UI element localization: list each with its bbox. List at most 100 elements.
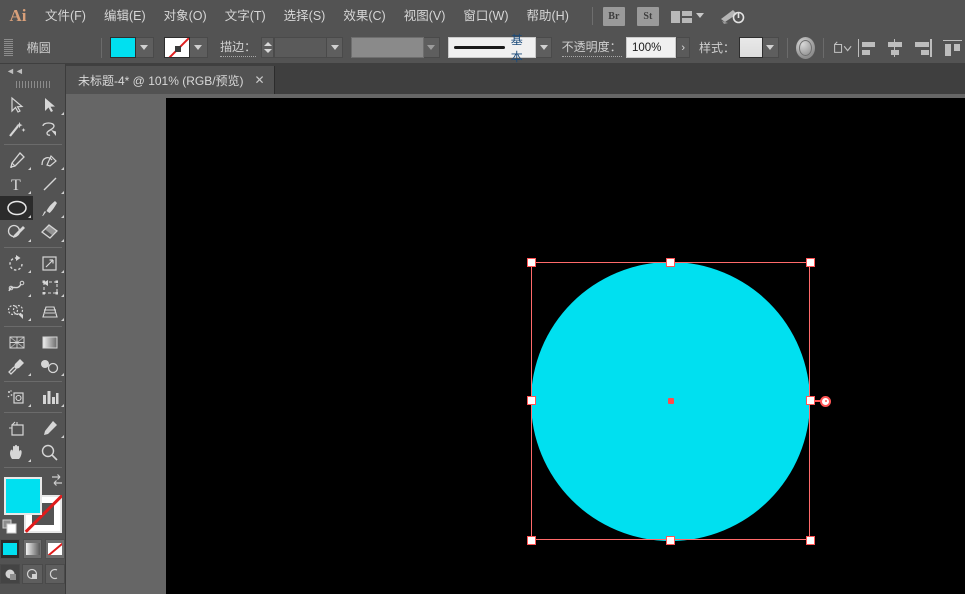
opacity-options-button[interactable]: › [676,37,690,58]
live-shape-radius-widget[interactable] [820,396,831,407]
tool-mesh[interactable] [0,330,33,354]
variable-width-dropdown-button[interactable] [424,37,440,58]
tool-perspective-grid[interactable] [33,299,66,323]
fill-mode-none[interactable] [45,539,65,559]
control-divider-3 [823,38,824,58]
handle-bottom-center[interactable] [666,536,675,545]
tool-slice[interactable] [33,416,66,440]
tool-ellipse[interactable] [0,196,33,220]
stroke-weight-label[interactable]: 描边： [220,38,256,57]
tool-width[interactable] [0,275,33,299]
tool-gradient[interactable] [33,330,66,354]
tool-rotate[interactable] [0,251,33,275]
tool-type[interactable]: T [0,172,33,196]
chevron-down-icon [140,45,148,50]
tool-free-transform[interactable] [33,275,66,299]
tool-eraser[interactable] [33,220,66,244]
opacity-input[interactable]: 100% [626,37,676,58]
stroke-color-control[interactable] [164,37,208,58]
document-tab[interactable]: 未标题-4* @ 101% (RGB/预览) ✕ [66,66,275,94]
tool-shape-builder[interactable] [0,299,33,323]
fill-proxy[interactable] [4,477,42,515]
tool-curvature[interactable] [33,148,66,172]
fill-control[interactable] [110,37,154,58]
active-tool-name: 椭圆 [19,39,93,56]
artboard[interactable] [166,98,965,594]
bridge-button[interactable]: Br [603,7,625,26]
tool-lasso[interactable] [33,117,66,141]
close-icon[interactable]: ✕ [255,74,265,86]
menu-type[interactable]: 文字(T) [216,0,275,32]
fill-mode-color[interactable] [0,539,20,559]
menu-select[interactable]: 选择(S) [275,0,335,32]
canvas-area[interactable] [66,94,965,594]
tool-paintbrush[interactable] [33,196,66,220]
rocket-power-icon[interactable] [719,6,745,26]
menu-object[interactable]: 对象(O) [155,0,216,32]
tool-selection[interactable] [0,93,33,117]
menu-effect[interactable]: 效果(C) [334,0,394,32]
tool-blend[interactable] [33,354,66,378]
align-vertical-top-icon[interactable] [943,39,960,57]
arrange-documents-icon[interactable] [671,9,693,23]
opacity-label[interactable]: 不透明度： [562,38,622,57]
brush-definition-input[interactable]: 基本 [448,37,536,58]
graphic-style-swatch[interactable] [739,37,764,58]
handle-bottom-left[interactable] [527,536,536,545]
tool-scale[interactable] [33,251,66,275]
tool-direct-selection[interactable] [33,93,66,117]
fill-mode-gradient[interactable] [23,539,43,559]
menu-bar: Ai 文件(F) 编辑(E) 对象(O) 文字(T) 选择(S) 效果(C) 视… [0,0,965,32]
default-fill-stroke-icon[interactable] [2,519,18,535]
stroke-swatch-none[interactable] [164,37,190,58]
fill-dropdown-button[interactable] [136,37,154,58]
shape-center-point [668,398,674,404]
recolor-artwork-icon[interactable] [796,37,815,59]
menu-window[interactable]: 窗口(W) [454,0,517,32]
handle-top-left[interactable] [527,258,536,267]
handle-bottom-right[interactable] [806,536,815,545]
handle-top-center[interactable] [666,258,675,267]
chevron-down-icon [766,45,774,50]
chevron-down-icon[interactable] [696,12,705,21]
tool-magic-wand[interactable] [0,117,33,141]
align-horizontal-right-icon[interactable] [912,39,929,57]
control-bar-grip[interactable] [4,39,13,57]
collapse-tools-icon[interactable]: ◄◄ [0,64,65,78]
stock-button[interactable]: St [637,7,659,26]
transform-icon[interactable] [832,39,853,57]
swap-fill-stroke-icon[interactable] [50,473,64,487]
fill-swatch[interactable] [110,37,136,58]
menu-view[interactable]: 视图(V) [395,0,455,32]
menu-help[interactable]: 帮助(H) [518,0,578,32]
illustrator-window: Ai 文件(F) 编辑(E) 对象(O) 文字(T) 选择(S) 效果(C) 视… [0,0,965,594]
control-divider-2 [787,38,788,58]
tool-hand[interactable] [0,440,33,464]
draw-behind-button[interactable] [22,564,42,584]
menu-edit[interactable]: 编辑(E) [95,0,155,32]
align-horizontal-left-icon[interactable] [858,39,875,57]
tool-zoom[interactable] [33,440,66,464]
handle-top-right[interactable] [806,258,815,267]
tool-pen[interactable] [0,148,33,172]
brush-definition-dropdown-button[interactable] [536,37,552,58]
style-dropdown-button[interactable] [763,37,779,58]
tool-eyedropper[interactable] [0,354,33,378]
variable-width-profile-input[interactable] [351,37,424,58]
tool-artboard[interactable] [0,416,33,440]
align-horizontal-center-icon[interactable] [885,39,902,57]
tool-line-segment[interactable] [33,172,66,196]
menu-file[interactable]: 文件(F) [36,0,95,32]
chevron-down-icon [331,45,339,50]
draw-inside-button[interactable] [45,564,65,584]
tool-shaper[interactable] [0,220,33,244]
stroke-dropdown-button[interactable] [190,37,208,58]
handle-middle-left[interactable] [527,396,536,405]
stroke-weight-stepper[interactable] [261,37,273,58]
draw-normal-button[interactable] [0,564,20,584]
tools-panel-grip[interactable] [16,78,50,90]
tool-symbol-sprayer[interactable] [0,385,33,409]
stroke-weight-dropdown-button[interactable] [327,37,343,58]
stroke-weight-input[interactable] [274,37,328,58]
tool-column-graph[interactable] [33,385,66,409]
